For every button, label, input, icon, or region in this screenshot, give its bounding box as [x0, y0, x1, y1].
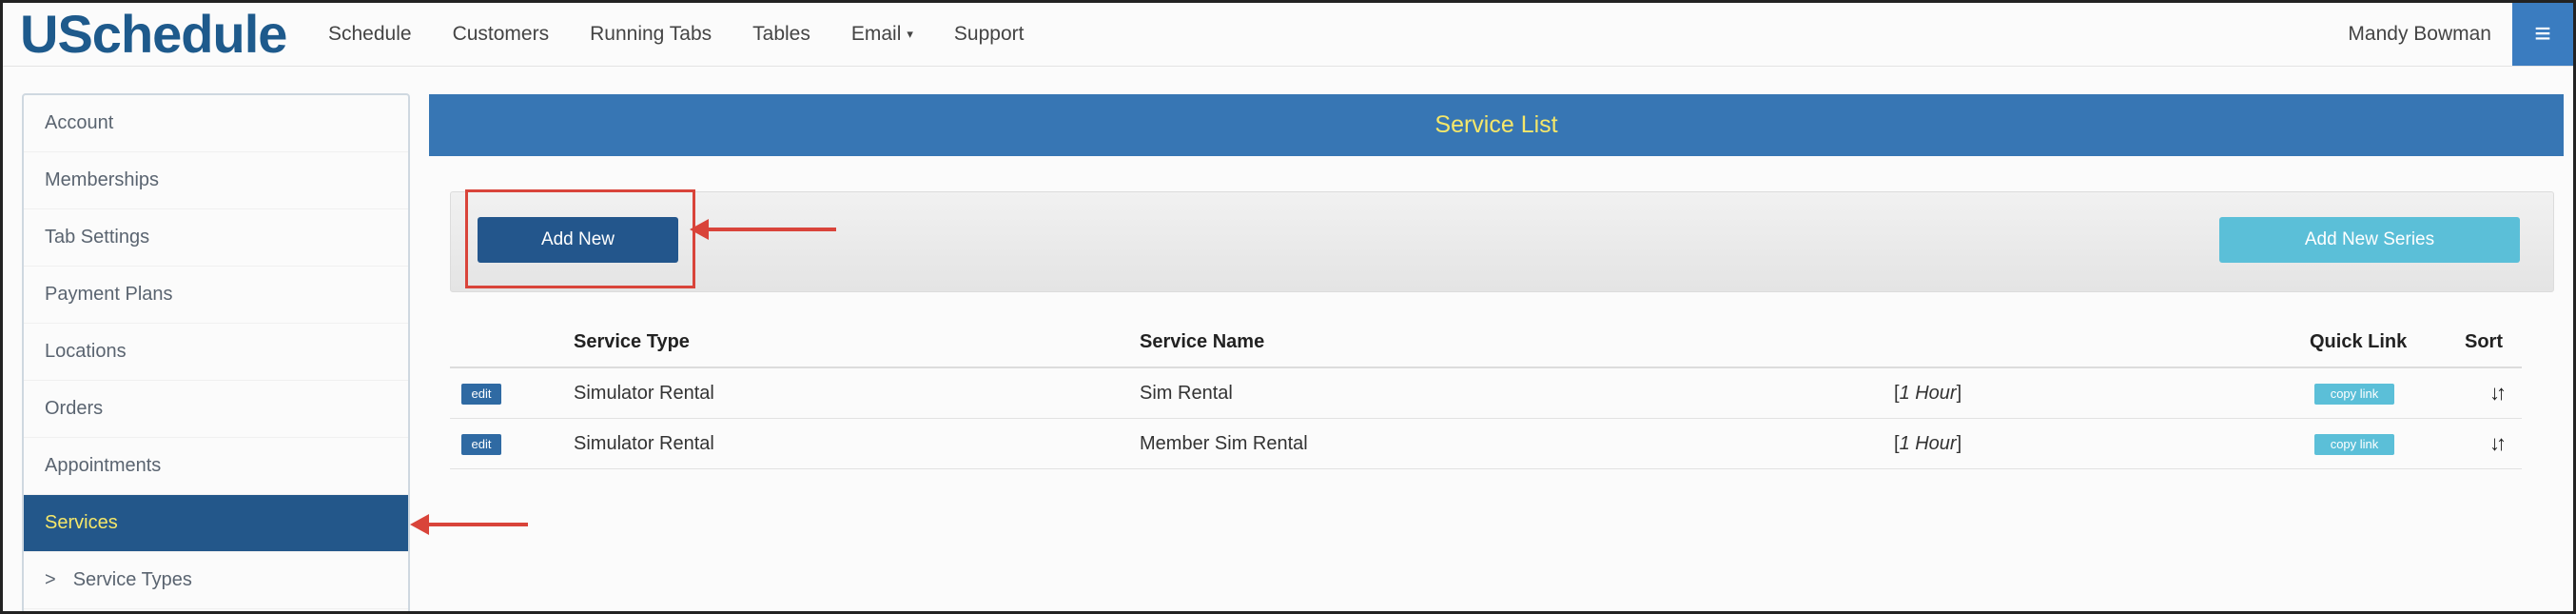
service-name-cell: Member Sim Rental: [1140, 433, 1308, 454]
sidebar-item-label: Services: [45, 512, 118, 533]
arrow-head-icon: [690, 219, 709, 240]
duration-cell: [1 Hour]: [1894, 419, 1961, 468]
main-nav: Schedule Customers Running Tabs Tables E…: [328, 3, 1064, 66]
sidebar-item-label: Service Types: [72, 569, 192, 590]
column-header-sort: Sort: [2465, 331, 2503, 352]
table-row: edit Simulator Rental Sim Rental [1 Hour…: [450, 368, 2522, 419]
annotation-arrow-services: [410, 514, 528, 535]
sidebar-item-payment-plans[interactable]: Payment Plans: [24, 267, 408, 324]
duration-bracket-close: ]: [1956, 383, 1962, 404]
nav-running-tabs[interactable]: Running Tabs: [590, 23, 712, 46]
sort-handle-icon[interactable]: ↓↑: [2489, 368, 2507, 418]
chevron-right-icon: >: [45, 569, 56, 590]
top-navbar: USchedule Schedule Customers Running Tab…: [3, 3, 2573, 67]
sidebar-item-label: Orders: [45, 398, 104, 419]
column-header-service-name[interactable]: Service Name: [1140, 317, 1264, 366]
services-table: Service Type Service Name Quick Link Sor…: [450, 317, 2522, 469]
sidebar-item-orders[interactable]: Orders: [24, 381, 408, 438]
sidebar-item-services[interactable]: Services: [24, 495, 408, 552]
copy-link-button[interactable]: copy link: [2314, 384, 2394, 405]
sidebar-item-locations[interactable]: Locations: [24, 324, 408, 381]
table-row: edit Simulator Rental Member Sim Rental …: [450, 419, 2522, 469]
nav-email[interactable]: Email ▾: [851, 23, 913, 46]
duration-value: 1 Hour: [1899, 383, 1957, 404]
duration-bracket-close: ]: [1956, 433, 1962, 454]
sidebar-item-memberships[interactable]: Memberships: [24, 152, 408, 209]
settings-sidebar: Account Memberships Tab Settings Payment…: [22, 93, 410, 611]
hamburger-icon: ≡: [2534, 18, 2551, 50]
chevron-down-icon: ▾: [907, 27, 913, 42]
service-name-cell: Sim Rental: [1140, 383, 1233, 404]
add-new-series-button[interactable]: Add New Series: [2219, 217, 2520, 263]
table-header-row: Service Type Service Name Quick Link Sor…: [450, 317, 2522, 368]
copy-link-button[interactable]: copy link: [2314, 434, 2394, 455]
sidebar-item-label: Locations: [45, 341, 127, 362]
sort-handle-icon[interactable]: ↓↑: [2489, 419, 2507, 468]
duration-cell: [1 Hour]: [1894, 368, 1961, 418]
column-header-service-type[interactable]: Service Type: [574, 317, 690, 366]
edit-button[interactable]: edit: [461, 434, 501, 455]
sidebar-item-label: Payment Plans: [45, 284, 173, 305]
sidebar-item-tab-settings[interactable]: Tab Settings: [24, 209, 408, 267]
page-title: Service List: [429, 94, 2564, 156]
service-type-cell: Simulator Rental: [574, 433, 714, 454]
duration-value: 1 Hour: [1899, 433, 1957, 454]
nav-support[interactable]: Support: [954, 23, 1025, 46]
nav-email-label: Email: [850, 23, 902, 45]
nav-schedule[interactable]: Schedule: [328, 23, 412, 46]
service-type-cell: Simulator Rental: [574, 383, 714, 404]
edit-button[interactable]: edit: [461, 384, 501, 405]
arrow-head-icon: [410, 514, 429, 535]
nav-customers[interactable]: Customers: [453, 23, 550, 46]
annotation-highlight-box: [465, 189, 695, 288]
sidebar-item-label: Memberships: [45, 169, 160, 190]
sidebar-item-label: Tab Settings: [45, 227, 150, 248]
sidebar-item-label: Appointments: [45, 455, 162, 476]
sidebar-item-account[interactable]: Account: [24, 95, 408, 152]
action-panel: Add New Add New Series: [450, 191, 2554, 292]
sidebar-item-service-types[interactable]: > Service Types: [24, 552, 408, 609]
app-window: USchedule Schedule Customers Running Tab…: [0, 0, 2576, 614]
sidebar-item-label: Account: [45, 112, 114, 133]
logo[interactable]: USchedule: [20, 3, 287, 66]
annotation-arrow-add-new: [690, 219, 836, 240]
column-header-quick-link: Quick Link: [2310, 331, 2408, 352]
nav-tables[interactable]: Tables: [752, 23, 810, 46]
user-name[interactable]: Mandy Bowman: [2348, 3, 2491, 66]
sidebar-item-appointments[interactable]: Appointments: [24, 438, 408, 495]
hamburger-menu-button[interactable]: ≡: [2512, 3, 2573, 66]
